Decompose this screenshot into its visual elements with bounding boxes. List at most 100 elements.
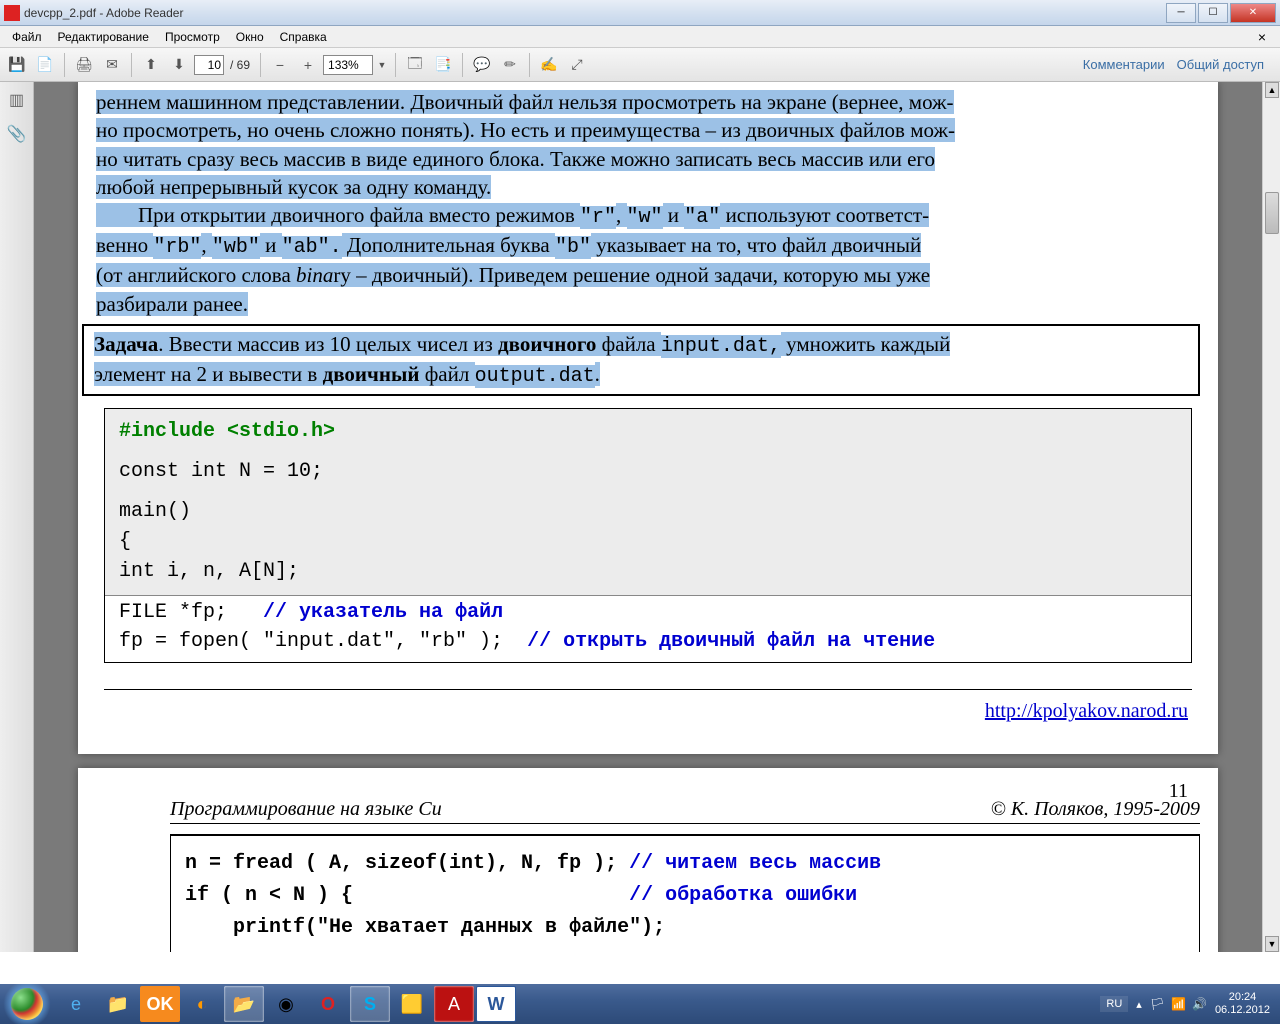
selected-text: двоичного [498, 332, 596, 356]
selected-text: bina [296, 263, 333, 287]
taskbar-explorer-icon[interactable]: 📁 [98, 986, 138, 1022]
code-line: if ( n < N ) { [185, 884, 629, 907]
page-down-icon[interactable]: ⬇ [166, 52, 192, 78]
page-number-input[interactable] [194, 55, 224, 75]
code-literal: output.dat [475, 365, 595, 388]
save-icon[interactable]: 💾 [4, 52, 30, 78]
tray-flag-icon[interactable]: 🏳 [1150, 997, 1165, 1011]
taskbar-opera-icon[interactable]: O [308, 986, 348, 1022]
selected-text: венно [96, 233, 153, 257]
code-literal: "rb" [153, 236, 201, 259]
code-comment: // обработка ошибки [629, 884, 857, 907]
taskbar-app-icon[interactable]: 🟨 [392, 986, 432, 1022]
attachments-panel-icon[interactable]: 📎 [5, 122, 29, 146]
code-literal: "r" [580, 206, 616, 229]
export-pdf-icon[interactable]: 📄 [32, 52, 58, 78]
email-icon[interactable]: ✉ [99, 52, 125, 78]
pdf-page: реннем машинном представлении. Двоичный … [78, 82, 1218, 754]
sign-icon[interactable]: ✍ [536, 52, 562, 78]
code-literal: "w" [627, 206, 663, 229]
zoom-input[interactable] [323, 55, 373, 75]
highlight-icon[interactable]: ✏ [497, 52, 523, 78]
source-link[interactable]: http://kpolyakov.narod.ru [985, 700, 1188, 722]
tray-network-icon[interactable]: 📶 [1171, 997, 1186, 1011]
windows-taskbar: e 📁 OK ◐ 📂 ◉ O S 🟨 A W RU ▴ 🏳 📶 🔊 20:24 … [0, 984, 1280, 1024]
tray-show-hidden-icon[interactable]: ▴ [1136, 998, 1142, 1011]
tray-volume-icon[interactable]: 🔊 [1192, 997, 1207, 1011]
comments-link[interactable]: Комментарии [1083, 57, 1165, 72]
menu-view[interactable]: Просмотр [157, 28, 228, 46]
toolbar-separator [64, 53, 65, 77]
code-block[interactable]: n = fread ( A, sizeof(int), N, fp ); // … [170, 834, 1200, 952]
toolbar-separator [131, 53, 132, 77]
toolbar-right: Комментарии Общий доступ [1083, 57, 1276, 72]
taskbar-chrome-icon[interactable]: ◉ [266, 986, 306, 1022]
taskbar-folder-icon[interactable]: 📂 [224, 986, 264, 1022]
code-comment: // указатель на файл [263, 601, 503, 624]
clock-time: 20:24 [1215, 991, 1270, 1004]
pdf-page: 11 Программирование на языке Си © К. Пол… [78, 768, 1218, 952]
windows-orb-icon [11, 988, 43, 1020]
taskbar-word-icon[interactable]: W [476, 986, 516, 1022]
selected-text: но просмотреть, но очень сложно понять).… [96, 118, 955, 142]
code-line: main() [119, 497, 1177, 527]
page-up-icon[interactable]: ⬆ [138, 52, 164, 78]
selected-text: , [616, 203, 627, 227]
scroll-up-icon[interactable]: ▲ [1265, 82, 1279, 98]
page-text[interactable]: реннем машинном представлении. Двоичный … [78, 82, 1218, 763]
page-total-label: / 69 [226, 58, 254, 72]
selected-text: умножить каждый [781, 332, 950, 356]
taskbar-mediaplayer-icon[interactable]: ◐ [182, 986, 222, 1022]
selected-text: разбирали ранее. [96, 292, 248, 316]
selected-text: реннем машинном представлении. Двоичный … [96, 90, 954, 114]
maximize-button[interactable]: ☐ [1198, 3, 1228, 23]
taskbar-ok-icon[interactable]: OK [140, 986, 180, 1022]
code-block[interactable]: #include <stdio.h> const int N = 10; mai… [105, 409, 1191, 595]
comment-balloon-icon[interactable]: 💬 [469, 52, 495, 78]
window-title: devcpp_2.pdf - Adobe Reader [24, 6, 1166, 20]
code-block[interactable]: FILE *fp; // указатель на файл fp = fope… [105, 595, 1191, 662]
code-comment: // открыть двоичный файл на чтение [527, 630, 935, 653]
code-box: #include <stdio.h> const int N = 10; mai… [104, 408, 1192, 663]
menu-edit[interactable]: Редактирование [50, 28, 157, 46]
expand-icon[interactable]: ⤢ [564, 52, 590, 78]
selected-text: используют соответст- [720, 203, 929, 227]
language-indicator[interactable]: RU [1100, 996, 1128, 1012]
zoom-out-icon[interactable]: − [267, 52, 293, 78]
vertical-scrollbar[interactable]: ▲ ▼ [1262, 82, 1280, 952]
code-line: fp = fopen( "input.dat", "rb" ); [119, 630, 527, 653]
taskbar-clock[interactable]: 20:24 06.12.2012 [1215, 991, 1270, 1017]
code-literal: "b" [555, 236, 591, 259]
scrollbar-thumb[interactable] [1265, 192, 1279, 234]
taskbar-skype-icon[interactable]: S [350, 986, 390, 1022]
toolbar: 💾 📄 🖨 ✉ ⬆ ⬇ / 69 − + ▼ 🗔 📑 💬 ✏ ✍ ⤢ Комме… [0, 48, 1280, 82]
taskbar-ie-icon[interactable]: e [56, 986, 96, 1022]
close-button[interactable]: ✕ [1230, 3, 1276, 23]
share-link[interactable]: Общий доступ [1177, 57, 1264, 72]
window-titlebar: devcpp_2.pdf - Adobe Reader ─ ☐ ✕ [0, 0, 1280, 26]
thumbnails-panel-icon[interactable]: ▥ [5, 88, 29, 112]
scroll-down-icon[interactable]: ▼ [1265, 936, 1279, 952]
left-sidebar: ▥ 📎 [0, 82, 34, 952]
menu-help[interactable]: Справка [272, 28, 335, 46]
menu-window[interactable]: Окно [228, 28, 272, 46]
selected-text: но читать сразу весь массив в виде едино… [96, 147, 935, 171]
print-icon[interactable]: 🖨 [71, 52, 97, 78]
menu-file[interactable]: Файл [4, 28, 50, 46]
document-viewport: реннем машинном представлении. Двоичный … [34, 82, 1262, 952]
zoom-dropdown-icon[interactable]: ▼ [375, 52, 389, 78]
start-button[interactable] [0, 984, 54, 1024]
menu-bar: Файл Редактирование Просмотр Окно Справк… [0, 26, 1280, 48]
tool-icon[interactable]: 📑 [430, 52, 456, 78]
task-label: Задача [94, 332, 158, 356]
code-line: const int N = 10; [119, 457, 1177, 487]
zoom-in-icon[interactable]: + [295, 52, 321, 78]
tool-icon[interactable]: 🗔 [402, 52, 428, 78]
menu-close-x[interactable]: × [1250, 27, 1274, 47]
taskbar-apps: e 📁 OK ◐ 📂 ◉ O S 🟨 A W [54, 984, 516, 1024]
minimize-button[interactable]: ─ [1166, 3, 1196, 23]
code-line: #include <stdio.h> [119, 417, 1177, 447]
toolbar-separator [395, 53, 396, 77]
selected-text: двоичный [323, 362, 420, 386]
taskbar-adobe-reader-icon[interactable]: A [434, 986, 474, 1022]
